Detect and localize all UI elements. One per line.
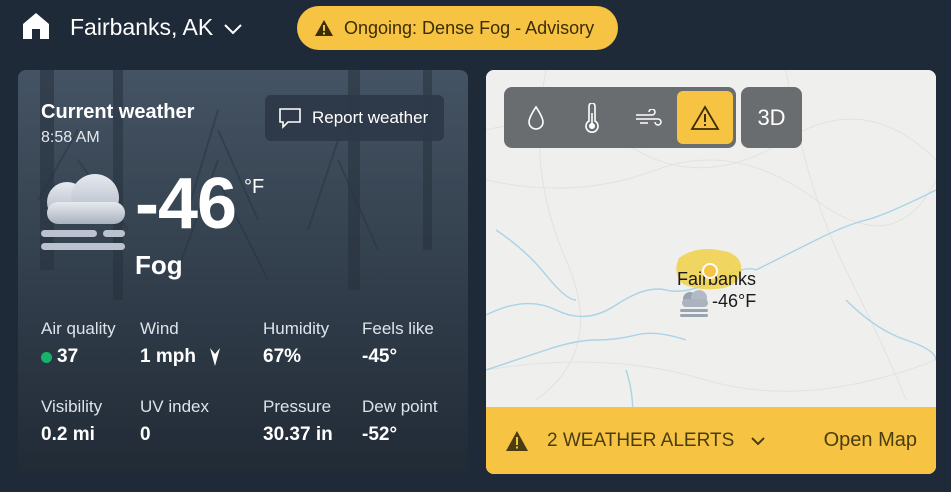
warning-icon — [315, 20, 333, 36]
layer-wind-button[interactable] — [620, 91, 676, 144]
report-weather-label: Report weather — [312, 108, 429, 127]
advisory-text: Ongoing: Dense Fog - Advisory — [344, 17, 595, 38]
aq-status-dot — [41, 351, 52, 363]
humidity-value: 67% — [263, 346, 302, 367]
map-location-pin-icon — [702, 263, 718, 279]
map-3d-button[interactable]: 3D — [741, 87, 802, 148]
wind-label: Wind — [140, 319, 179, 338]
layer-alert-button[interactable] — [677, 91, 733, 144]
wind-direction-icon — [209, 348, 220, 366]
air-quality-label: Air quality — [41, 319, 116, 338]
map-card[interactable]: 3D Fairbanks -46°F 2 WEATHER ALERTS Open… — [486, 70, 936, 474]
detail-uv-index[interactable]: UV index 0 — [140, 397, 209, 446]
map-fog-icon — [680, 290, 708, 317]
dew-point-label: Dew point — [362, 397, 438, 416]
detail-humidity[interactable]: Humidity 67% — [263, 319, 329, 368]
pressure-label: Pressure — [263, 397, 332, 416]
layer-precipitation-button[interactable] — [508, 91, 564, 144]
wind-value: 1 mph — [140, 346, 196, 367]
advisory-pill[interactable]: Ongoing: Dense Fog - Advisory — [297, 6, 618, 50]
condition-text: Fog — [135, 250, 183, 280]
dew-point-value: -52° — [362, 424, 398, 445]
layer-temperature-button[interactable] — [564, 91, 620, 144]
home-button[interactable] — [20, 10, 52, 42]
visibility-value: 0.2 mi — [41, 424, 95, 445]
current-time: 8:58 AM — [41, 129, 100, 146]
feels-like-label: Feels like — [362, 319, 434, 338]
humidity-label: Humidity — [263, 319, 330, 338]
air-quality-value: 37 — [57, 346, 79, 367]
open-map-link[interactable]: Open Map — [824, 429, 917, 452]
current-weather-title: Current weather — [41, 101, 195, 123]
warning-icon — [506, 430, 528, 451]
detail-pressure[interactable]: Pressure 30.37 in — [263, 397, 333, 446]
map-layer-toolbar — [504, 87, 736, 148]
pressure-value: 30.37 in — [263, 424, 333, 445]
weather-alerts-toggle[interactable]: 2 WEATHER ALERTS — [547, 430, 734, 452]
current-weather-card[interactable]: Current weather 8:58 AM Report weather -… — [18, 70, 468, 474]
chat-bubble-icon — [279, 108, 301, 129]
location-name: Fairbanks, AK — [70, 14, 214, 40]
uv-index-label: UV index — [140, 397, 209, 416]
uv-index-value: 0 — [140, 424, 151, 445]
home-icon — [23, 13, 49, 39]
detail-feels-like[interactable]: Feels like -45° — [362, 319, 434, 368]
map-city-temp: -46°F — [712, 291, 757, 311]
visibility-label: Visibility — [41, 397, 103, 416]
location-selector[interactable]: Fairbanks, AK — [70, 14, 243, 41]
chevron-down-icon — [224, 23, 242, 34]
feels-like-value: -45° — [362, 346, 398, 367]
temperature-value: -46 — [135, 164, 237, 244]
alert-icon — [690, 104, 720, 130]
fog-cloud-icon — [41, 174, 125, 250]
chevron-down-icon[interactable] — [750, 436, 766, 446]
weather-alerts-bar: 2 WEATHER ALERTS Open Map — [486, 407, 936, 474]
temperature-icon — [585, 102, 599, 133]
detail-wind[interactable]: Wind 1 mph — [140, 319, 222, 368]
detail-air-quality[interactable]: Air quality 37 — [41, 319, 116, 368]
report-weather-button[interactable]: Report weather — [265, 95, 444, 141]
wind-icon — [636, 108, 662, 126]
precipitation-icon — [528, 105, 544, 130]
detail-dew-point[interactable]: Dew point -52° — [362, 397, 438, 446]
temperature-unit: °F — [244, 176, 265, 198]
detail-visibility[interactable]: Visibility 0.2 mi — [41, 397, 102, 446]
